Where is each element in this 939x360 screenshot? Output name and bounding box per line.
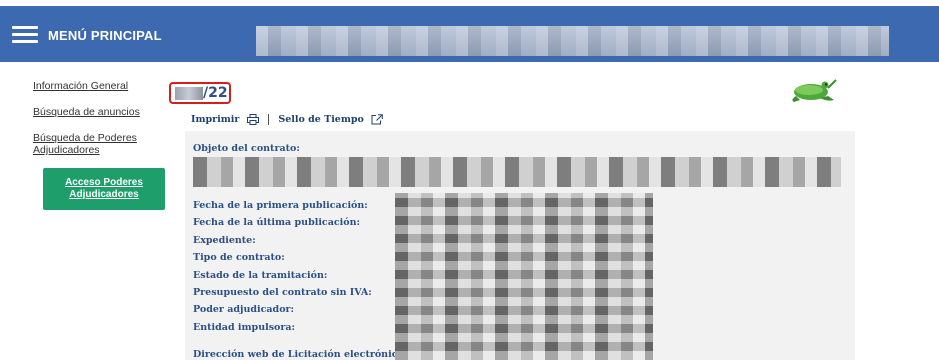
field-label: Tipo de contrato:: [193, 252, 285, 264]
redacted-field-values: [395, 193, 653, 360]
redacted-record-number: [175, 87, 203, 100]
frog-logo-icon: [792, 79, 837, 102]
print-label: Imprimir: [191, 114, 240, 125]
field-label: Presupuesto del contrato sin IVA:: [193, 286, 372, 298]
field-label: Estado de la tramitación:: [193, 269, 328, 281]
field-label: Fecha de la última publicación:: [193, 217, 361, 229]
redacted-contract-object: [193, 157, 841, 187]
timestamp-link[interactable]: Sello de Tiempo: [278, 114, 383, 125]
field-labels: Fecha de la primera publicación: Fecha d…: [193, 197, 407, 360]
toolbar-divider: [268, 114, 270, 125]
contract-details-panel: Objeto del contrato: Fecha de la primera…: [185, 131, 855, 360]
timestamp-label: Sello de Tiempo: [278, 114, 364, 125]
sidebar-link-search-notices[interactable]: Búsqueda de anuncios: [33, 106, 140, 118]
print-link[interactable]: Imprimir: [191, 114, 259, 125]
record-toolbar: Imprimir Sello de Tiempo: [191, 114, 383, 125]
external-link-icon: [371, 114, 383, 125]
field-label: Poder adjudicador:: [193, 304, 295, 316]
record-id-box: /22: [169, 82, 231, 104]
top-navigation-bar: MENÚ PRINCIPAL: [0, 6, 939, 62]
hamburger-icon[interactable]: [12, 26, 38, 44]
field-label: Fecha de la primera publicación:: [193, 200, 368, 211]
field-label: Expediente:: [193, 234, 256, 246]
field-label-web: Dirección web de Licitación electrónica:: [193, 349, 408, 360]
field-label: Entidad impulsora:: [193, 321, 296, 333]
sidebar-link-search-authorities[interactable]: Búsqueda de Poderes Adjudicadores: [33, 132, 163, 156]
main-menu-label[interactable]: MENÚ PRINCIPAL: [48, 28, 162, 43]
access-authorities-button[interactable]: Acceso Poderes Adjudicadores: [43, 168, 165, 210]
redacted-banner: [256, 26, 889, 56]
contract-object-label: Objeto del contrato:: [193, 143, 300, 154]
sidebar-link-general-info[interactable]: Información General: [33, 80, 128, 92]
printer-icon: [246, 114, 259, 125]
record-id-suffix: /22: [203, 85, 228, 101]
